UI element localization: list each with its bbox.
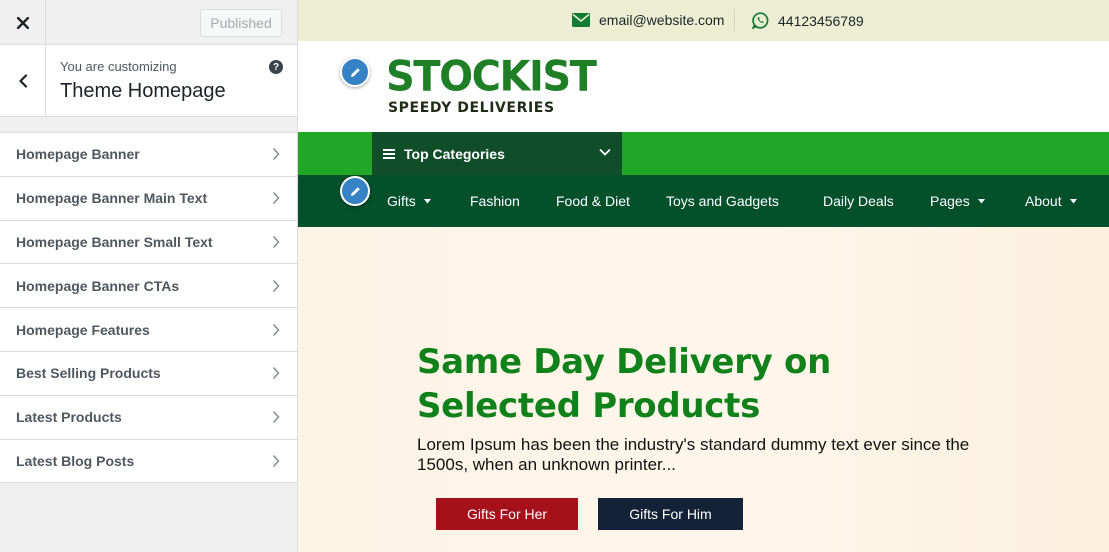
- section-homepage-banner-small-text[interactable]: Homepage Banner Small Text: [0, 221, 297, 265]
- section-latest-blog-posts[interactable]: Latest Blog Posts: [0, 440, 297, 484]
- nav-item-gifts[interactable]: Gifts: [387, 175, 431, 227]
- contact-topbar: email@website.com 44123456789: [298, 0, 1109, 41]
- chevron-right-icon: [272, 235, 280, 249]
- envelope-icon: [572, 13, 590, 27]
- nav-label: Pages: [930, 193, 970, 209]
- chevron-down-icon: [599, 148, 611, 156]
- hamburger-icon: [383, 148, 395, 159]
- chevron-right-icon: [272, 411, 280, 424]
- caret-down-icon: [977, 198, 985, 203]
- chevron-right-icon: [272, 148, 280, 161]
- gifts-for-him-button[interactable]: Gifts For Him: [598, 498, 743, 530]
- section-label: Latest Blog Posts: [16, 452, 135, 469]
- close-icon: [16, 16, 29, 29]
- section-label: Homepage Banner: [16, 146, 140, 163]
- main-navigation: Gifts Fashion Food & Diet Toys and Gadge…: [298, 175, 1109, 227]
- nav-label: Fashion: [470, 193, 520, 209]
- chevron-right-icon: [272, 323, 280, 336]
- section-homepage-features[interactable]: Homepage Features: [0, 308, 297, 352]
- publish-button[interactable]: Published: [200, 9, 282, 37]
- nav-item-pages[interactable]: Pages: [930, 175, 985, 227]
- section-label: Latest Products: [16, 409, 122, 426]
- section-latest-products[interactable]: Latest Products: [0, 396, 297, 440]
- gifts-for-her-button[interactable]: Gifts For Her: [436, 498, 578, 530]
- section-label: Homepage Banner Small Text: [16, 233, 213, 250]
- nav-item-food-diet[interactable]: Food & Diet: [556, 175, 630, 227]
- section-label: Homepage Banner CTAs: [16, 277, 180, 294]
- back-button[interactable]: [0, 45, 46, 117]
- nav-item-daily-deals[interactable]: Daily Deals: [823, 175, 894, 227]
- nav-label: Daily Deals: [823, 193, 894, 209]
- nav-label: Toys and Gadgets: [666, 193, 779, 209]
- section-homepage-banner[interactable]: Homepage Banner: [0, 133, 297, 177]
- whatsapp-icon: [752, 12, 769, 29]
- customizer-sections: Homepage Banner Homepage Banner Main Tex…: [0, 132, 297, 484]
- hero-title: Same Day Delivery on Selected Products: [417, 342, 832, 426]
- hero-text: Lorem Ipsum has been the industry's stan…: [417, 435, 970, 474]
- panel-title: Theme Homepage: [60, 80, 226, 102]
- site-preview: email@website.com 44123456789 STOCKIST S…: [298, 0, 1109, 552]
- edit-menu-shortcut[interactable]: [340, 176, 370, 206]
- section-label: Homepage Banner Main Text: [16, 190, 208, 207]
- top-categories-dropdown[interactable]: Top Categories: [372, 132, 622, 175]
- chevron-right-icon: [272, 192, 280, 205]
- section-best-selling-products[interactable]: Best Selling Products: [0, 352, 297, 396]
- help-icon[interactable]: ?: [269, 60, 283, 74]
- section-homepage-banner-ctas[interactable]: Homepage Banner CTAs: [0, 264, 297, 309]
- contact-email[interactable]: email@website.com: [572, 12, 724, 28]
- nav-item-toys-gadgets[interactable]: Toys and Gadgets: [666, 175, 779, 227]
- hero-banner: Same Day Delivery on Selected Products L…: [298, 227, 1109, 552]
- site-logo-name[interactable]: STOCKIST: [386, 56, 597, 98]
- top-categories-label: Top Categories: [404, 145, 505, 162]
- caret-down-icon: [1069, 198, 1077, 203]
- site-header: STOCKIST SPEEDY DELIVERIES: [298, 41, 1109, 132]
- email-text: email@website.com: [599, 12, 725, 28]
- nav-label: Food & Diet: [556, 193, 630, 209]
- customizer-header: Published: [0, 0, 297, 45]
- pencil-icon: [350, 186, 360, 196]
- nav-item-fashion[interactable]: Fashion: [470, 175, 520, 227]
- customizer-info: You are customizing Theme Homepage ?: [0, 45, 297, 117]
- close-customizer-button[interactable]: [0, 0, 46, 45]
- chevron-left-icon: [18, 74, 27, 88]
- phone-text: 44123456789: [778, 12, 864, 29]
- site-logo-tagline: SPEEDY DELIVERIES: [388, 100, 555, 116]
- nav-label: About: [1025, 193, 1062, 209]
- caret-down-icon: [423, 198, 431, 203]
- customizing-label: You are customizing: [60, 59, 177, 74]
- chevron-right-icon: [272, 279, 280, 292]
- chevron-right-icon: [272, 454, 280, 468]
- edit-logo-shortcut[interactable]: [340, 57, 370, 87]
- topbar-divider: [734, 9, 735, 31]
- nav-label: Gifts: [387, 193, 416, 209]
- section-label: Best Selling Products: [16, 365, 161, 382]
- chevron-right-icon: [272, 367, 280, 380]
- category-bar: Top Categories: [298, 132, 1109, 175]
- section-homepage-banner-main-text[interactable]: Homepage Banner Main Text: [0, 177, 297, 221]
- contact-phone[interactable]: 44123456789: [752, 12, 864, 29]
- nav-item-about[interactable]: About: [1025, 175, 1077, 227]
- pencil-icon: [350, 67, 360, 77]
- customizer-sidebar: Published You are customizing Theme Home…: [0, 0, 298, 552]
- section-label: Homepage Features: [16, 321, 150, 338]
